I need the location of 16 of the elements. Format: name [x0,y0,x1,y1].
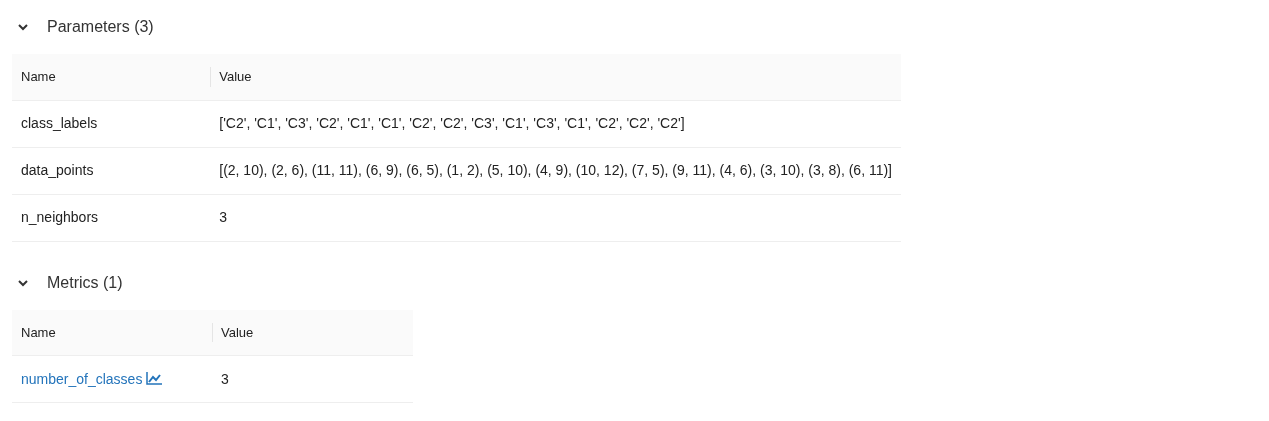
section-title[interactable]: Parameters (3) [47,15,154,39]
metric-link[interactable]: number_of_classes [21,370,143,387]
table-cell: ['C2', 'C1', 'C3', 'C2', 'C1', 'C1', 'C2', 'C2', 'C3', 'C1', 'C3', 'C1', 'C2', 'C2', 'C2'] [210,100,901,147]
table-cell: 3 [210,194,901,241]
chevron-icon[interactable] [17,21,29,33]
table-cell: [(2, 10), (2, 6), (11, 11), (6, 9), (6, 5), (1, 2), (5, 10), (4, 9), (10, 12), (7, 5), (9, 11), (4, 6), (3, 10), (3, 8), (6, 11)] [210,147,901,194]
column-header: Value [210,54,901,100]
table-cell: 3 [212,355,413,403]
line-chart-icon[interactable] [146,371,163,385]
section-title[interactable]: Metrics (1) [47,270,123,295]
column-header: Name [12,54,211,100]
table-cell: n_neighbors [12,194,211,241]
table-cell: class_labels [12,100,211,147]
column-header: Name [12,309,212,356]
column-header: Value [212,309,413,356]
table-cell: data_points [12,147,211,194]
